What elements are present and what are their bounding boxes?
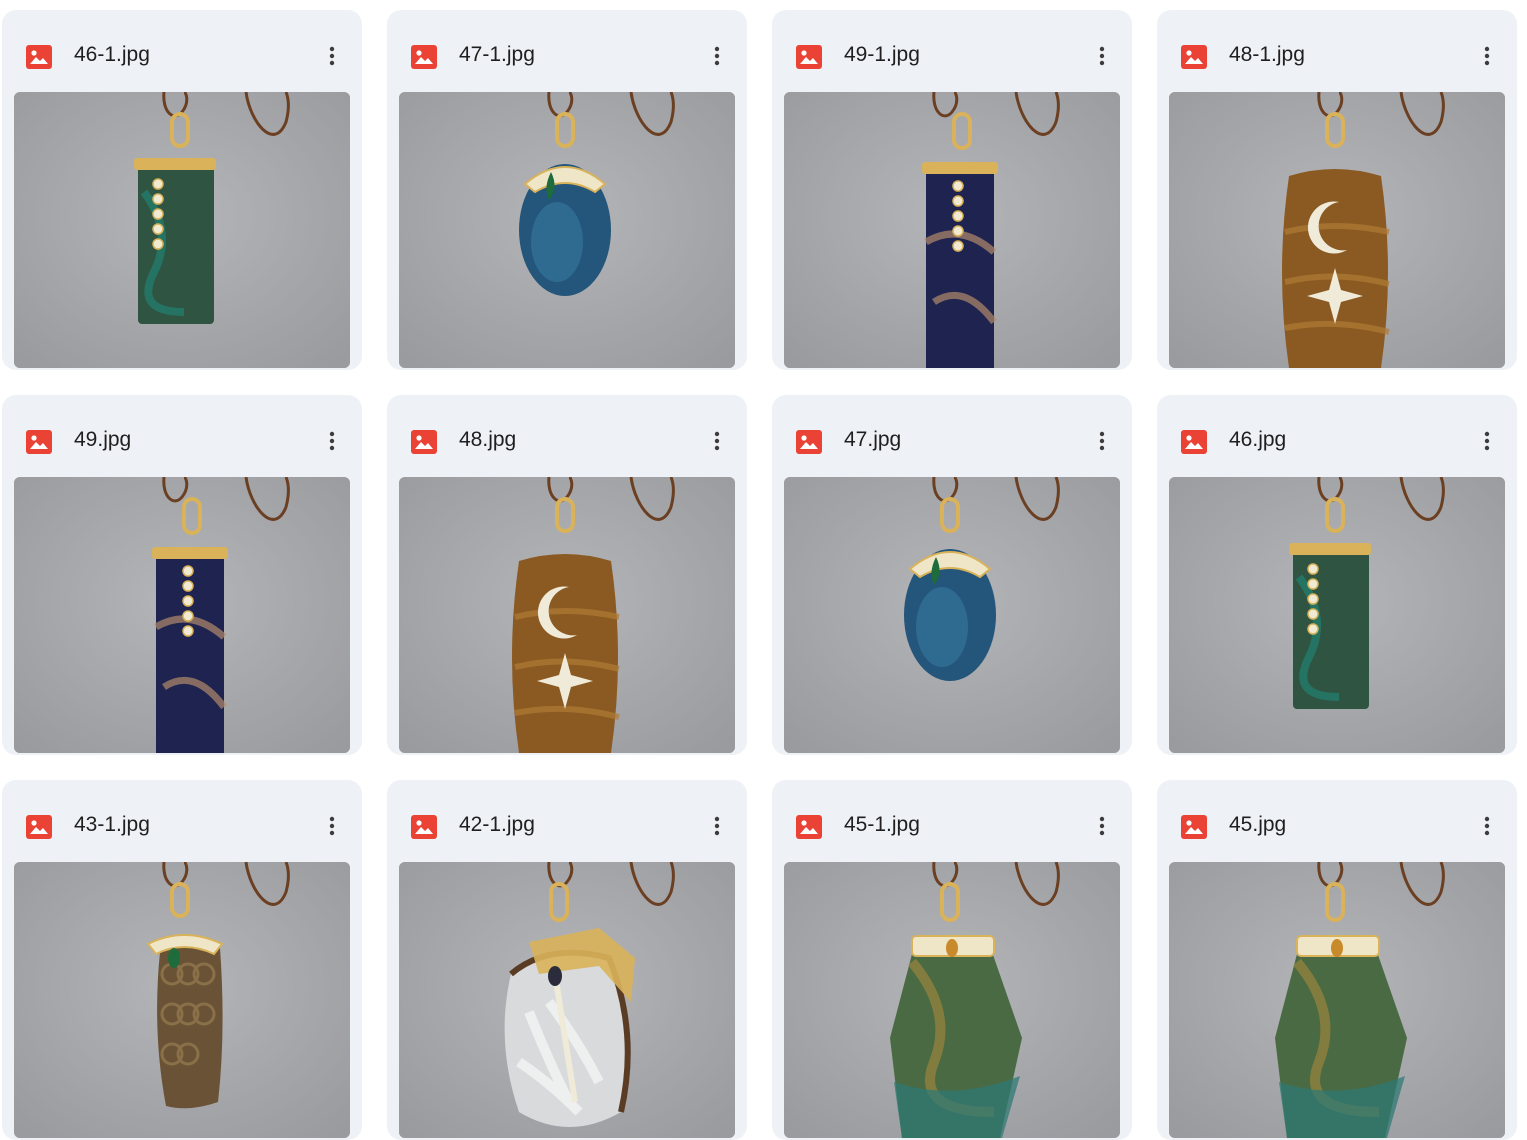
file-name: 48-1.jpg	[1229, 43, 1305, 66]
file-thumbnail[interactable]	[14, 862, 350, 1138]
more-options-icon[interactable]	[705, 808, 729, 844]
file-card[interactable]: 48.jpg	[387, 395, 747, 755]
more-options-icon[interactable]	[1475, 38, 1499, 74]
image-icon	[1181, 45, 1207, 69]
file-card-header: 46.jpg	[1157, 395, 1517, 467]
file-name: 47.jpg	[844, 428, 902, 451]
file-thumbnail[interactable]	[14, 92, 350, 368]
image-icon	[796, 815, 822, 839]
pendant-photo	[399, 92, 735, 368]
file-card[interactable]: 45.jpg	[1157, 780, 1517, 1140]
file-name: 42-1.jpg	[459, 813, 535, 836]
image-icon	[26, 430, 52, 454]
pendant-photo	[1169, 477, 1505, 753]
file-card-header: 48-1.jpg	[1157, 10, 1517, 82]
more-options-icon[interactable]	[1090, 808, 1114, 844]
image-icon	[26, 45, 52, 69]
image-icon	[1181, 815, 1207, 839]
file-thumbnail[interactable]	[784, 92, 1120, 368]
file-card-header: 45.jpg	[1157, 780, 1517, 852]
file-card-header: 43-1.jpg	[2, 780, 362, 852]
file-grid: 46-1.jpg 47-1.jpg 49-1.jpg 48-1.jpg 49.jpg 48…	[0, 0, 1527, 1140]
file-card-header: 46-1.jpg	[2, 10, 362, 82]
file-name: 45.jpg	[1229, 813, 1287, 836]
file-thumbnail[interactable]	[784, 477, 1120, 753]
file-card[interactable]: 42-1.jpg	[387, 780, 747, 1140]
more-options-icon[interactable]	[1090, 38, 1114, 74]
file-card-header: 45-1.jpg	[772, 780, 1132, 852]
file-card[interactable]: 48-1.jpg	[1157, 10, 1517, 370]
image-icon	[1181, 430, 1207, 454]
file-thumbnail[interactable]	[1169, 92, 1505, 368]
file-card-header: 47-1.jpg	[387, 10, 747, 82]
pendant-photo	[14, 862, 350, 1138]
pendant-photo	[784, 862, 1120, 1138]
more-options-icon[interactable]	[705, 423, 729, 459]
file-name: 49-1.jpg	[844, 43, 920, 66]
file-name: 48.jpg	[459, 428, 517, 451]
more-options-icon[interactable]	[1475, 423, 1499, 459]
image-icon	[411, 815, 437, 839]
file-thumbnail[interactable]	[1169, 477, 1505, 753]
file-card[interactable]: 46-1.jpg	[2, 10, 362, 370]
more-options-icon[interactable]	[320, 808, 344, 844]
file-card[interactable]: 47-1.jpg	[387, 10, 747, 370]
file-card[interactable]: 47.jpg	[772, 395, 1132, 755]
file-card-header: 48.jpg	[387, 395, 747, 467]
pendant-photo	[784, 477, 1120, 753]
pendant-photo	[784, 92, 1120, 368]
file-card-header: 42-1.jpg	[387, 780, 747, 852]
pendant-photo	[1169, 862, 1505, 1138]
file-card[interactable]: 46.jpg	[1157, 395, 1517, 755]
file-thumbnail[interactable]	[399, 862, 735, 1138]
file-name: 46-1.jpg	[74, 43, 150, 66]
file-name: 43-1.jpg	[74, 813, 150, 836]
more-options-icon[interactable]	[320, 38, 344, 74]
file-card[interactable]: 45-1.jpg	[772, 780, 1132, 1140]
file-card[interactable]: 43-1.jpg	[2, 780, 362, 1140]
file-name: 45-1.jpg	[844, 813, 920, 836]
file-name: 49.jpg	[74, 428, 132, 451]
image-icon	[26, 815, 52, 839]
pendant-photo	[399, 477, 735, 753]
file-thumbnail[interactable]	[399, 92, 735, 368]
file-card[interactable]: 49.jpg	[2, 395, 362, 755]
image-icon	[796, 45, 822, 69]
image-icon	[411, 430, 437, 454]
file-card[interactable]: 49-1.jpg	[772, 10, 1132, 370]
pendant-photo	[1169, 92, 1505, 368]
file-thumbnail[interactable]	[784, 862, 1120, 1138]
pendant-photo	[14, 477, 350, 753]
file-name: 47-1.jpg	[459, 43, 535, 66]
image-icon	[796, 430, 822, 454]
more-options-icon[interactable]	[705, 38, 729, 74]
pendant-photo	[14, 92, 350, 368]
file-thumbnail[interactable]	[1169, 862, 1505, 1138]
file-thumbnail[interactable]	[399, 477, 735, 753]
more-options-icon[interactable]	[1090, 423, 1114, 459]
file-name: 46.jpg	[1229, 428, 1287, 451]
file-card-header: 49.jpg	[2, 395, 362, 467]
pendant-photo	[399, 862, 735, 1138]
image-icon	[411, 45, 437, 69]
file-card-header: 49-1.jpg	[772, 10, 1132, 82]
file-thumbnail[interactable]	[14, 477, 350, 753]
file-card-header: 47.jpg	[772, 395, 1132, 467]
more-options-icon[interactable]	[1475, 808, 1499, 844]
more-options-icon[interactable]	[320, 423, 344, 459]
